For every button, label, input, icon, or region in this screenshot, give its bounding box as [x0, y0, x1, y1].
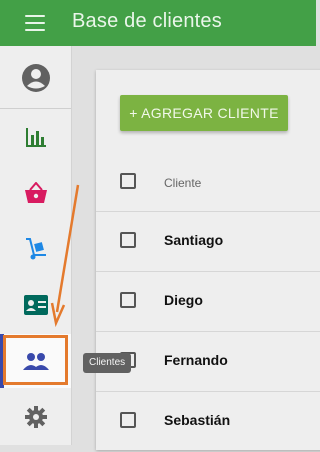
client-list-card: + AGREGAR CLIENTE Cliente Santiago Diego…	[96, 70, 320, 450]
row-checkbox[interactable]	[120, 232, 136, 248]
selection-highlight	[3, 335, 68, 385]
client-name: Sebastián	[164, 412, 231, 428]
client-name: Diego	[164, 292, 203, 308]
add-client-button[interactable]: + AGREGAR CLIENTE	[120, 95, 288, 131]
column-header-client: Cliente	[164, 176, 202, 190]
page-title: Base de clientes	[72, 10, 222, 32]
id-card-icon	[23, 295, 48, 315]
hand-truck-icon	[25, 238, 46, 260]
sidebar-item-sales[interactable]	[0, 166, 71, 220]
bar-chart-icon	[25, 128, 46, 147]
sidebar	[0, 46, 72, 445]
client-name: Santiago	[164, 232, 224, 248]
app-bar: Base de clientes	[0, 0, 316, 46]
sidebar-item-delivery[interactable]	[0, 222, 71, 276]
gear-icon	[24, 406, 47, 428]
tooltip: Clientes	[83, 353, 132, 373]
table-header-row: Cliente	[96, 152, 320, 212]
basket-icon	[24, 182, 47, 203]
table-row[interactable]: Santiago	[96, 212, 320, 272]
menu-icon[interactable]	[25, 15, 45, 31]
account-icon	[21, 64, 50, 92]
sidebar-item-account[interactable]	[0, 51, 71, 105]
sidebar-divider	[0, 108, 71, 109]
client-name: Fernando	[164, 352, 228, 368]
sidebar-item-employees[interactable]	[0, 278, 71, 332]
table-row[interactable]: Sebastián	[96, 392, 320, 452]
table-row[interactable]: Diego	[96, 272, 320, 332]
select-all-checkbox[interactable]	[120, 173, 136, 189]
row-checkbox[interactable]	[120, 292, 136, 308]
sidebar-item-reports[interactable]	[0, 110, 71, 164]
sidebar-item-settings[interactable]	[0, 390, 71, 444]
row-checkbox[interactable]	[120, 412, 136, 428]
